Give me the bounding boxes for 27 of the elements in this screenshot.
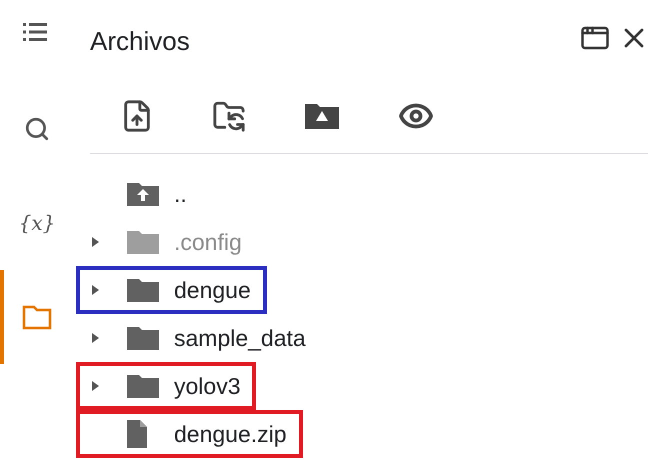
file-name: sample_data bbox=[174, 324, 306, 353]
folder-icon bbox=[126, 372, 160, 400]
sidebar-item[interactable]: {x} bbox=[0, 176, 70, 270]
caret-right-icon[interactable] bbox=[90, 380, 100, 392]
search-icon bbox=[24, 116, 50, 142]
file-tree-row[interactable]: yolov3 bbox=[76, 362, 256, 410]
caret-right-icon[interactable] bbox=[90, 236, 100, 248]
folder-icon bbox=[126, 276, 160, 304]
caret-right-icon[interactable] bbox=[90, 284, 100, 296]
file-tree-row[interactable]: dengue bbox=[76, 266, 267, 314]
folder-icon bbox=[126, 324, 160, 352]
file-name: .. bbox=[174, 180, 187, 209]
file-name: .config bbox=[174, 228, 242, 257]
file-tree-row[interactable]: dengue.zip bbox=[76, 410, 303, 458]
file-tree-row[interactable]: sample_data bbox=[76, 314, 322, 362]
file-name: dengue.zip bbox=[174, 420, 287, 449]
folder-icon bbox=[22, 304, 52, 330]
panel-title: Archivos bbox=[90, 25, 190, 58]
menu-icon[interactable] bbox=[23, 22, 47, 42]
file-name: yolov3 bbox=[174, 372, 240, 401]
parent-folder-icon bbox=[126, 180, 160, 208]
file-icon bbox=[126, 419, 148, 449]
folder-icon bbox=[126, 228, 160, 256]
file-tree-row[interactable]: .. bbox=[76, 170, 203, 218]
caret-right-icon[interactable] bbox=[90, 332, 100, 344]
file-name: dengue bbox=[174, 276, 251, 305]
variables-label: {x} bbox=[18, 210, 56, 237]
